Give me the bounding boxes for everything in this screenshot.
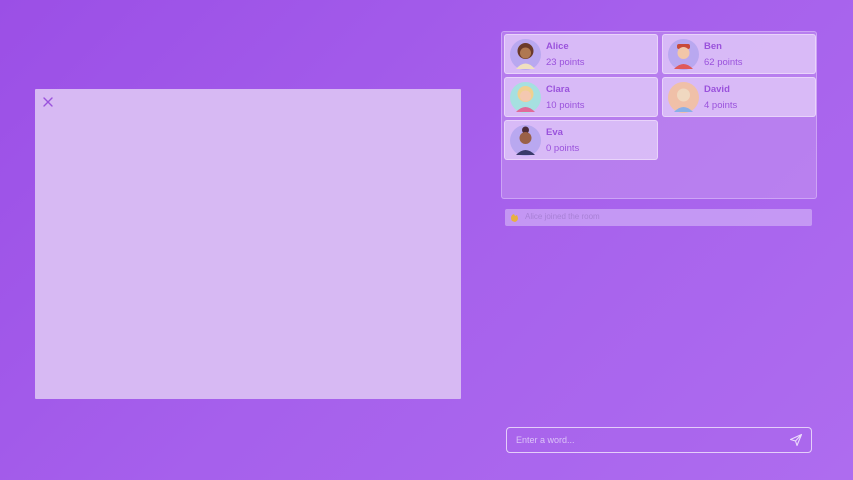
player-points: 4 points	[704, 100, 738, 111]
player-name: Eva	[546, 127, 563, 138]
word-input-box	[506, 427, 812, 453]
player-card-clara: Clara 10 points	[504, 77, 658, 117]
send-icon[interactable]	[789, 433, 803, 447]
player-name: Ben	[704, 41, 722, 52]
woman-bun-avatar-icon	[510, 125, 541, 156]
word-input[interactable]	[507, 428, 777, 452]
player-card-ben: Ben 62 points	[662, 34, 816, 74]
players-panel: Alice 23 points Ben 62 points Clara 10 p…	[501, 31, 817, 199]
player-points: 62 points	[704, 57, 743, 68]
waving-hand-icon	[511, 214, 518, 222]
player-points: 23 points	[546, 57, 585, 68]
woman-blonde-avatar-icon	[510, 82, 541, 113]
activity-log-entry: Alice joined the room	[505, 209, 812, 226]
player-name: David	[704, 84, 730, 95]
close-icon[interactable]	[42, 96, 54, 108]
player-card-eva: Eva 0 points	[504, 120, 658, 160]
player-points: 0 points	[546, 143, 580, 154]
woman-curly-avatar-icon	[510, 39, 541, 70]
player-name: Alice	[546, 41, 569, 52]
player-name: Clara	[546, 84, 570, 95]
log-message: Alice joined the room	[525, 212, 600, 221]
player-card-david: David 4 points	[662, 77, 816, 117]
player-card-alice: Alice 23 points	[504, 34, 658, 74]
drawing-canvas[interactable]	[35, 89, 461, 399]
man-red-hair-avatar-icon	[668, 39, 699, 70]
player-points: 10 points	[546, 100, 585, 111]
man-bald-avatar-icon	[668, 82, 699, 113]
